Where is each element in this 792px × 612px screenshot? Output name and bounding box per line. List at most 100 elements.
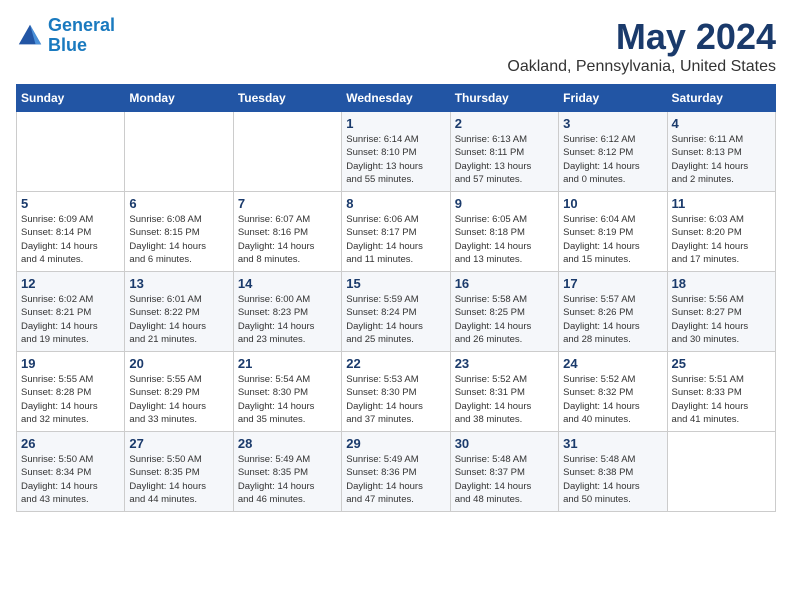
page-header: General Blue May 2024 Oakland, Pennsylva… [16, 16, 776, 76]
day-number: 22 [346, 356, 445, 371]
week-row-5: 26Sunrise: 5:50 AM Sunset: 8:34 PM Dayli… [17, 432, 776, 512]
calendar-cell: 25 Sunrise: 5:51 AM Sunset: 8:33 PM Dayli… [667, 352, 775, 432]
day-number: 31 [563, 436, 662, 451]
day-number: 9 [455, 196, 554, 211]
day-info: Sunrise: 5:58 AM Sunset: 8:25 PM Dayligh… [455, 293, 554, 346]
day-info: Sunrise: 6:06 AM Sunset: 8:17 PM Dayligh… [346, 213, 445, 266]
day-info: Sunrise: 5:52 AM Sunset: 8:32 PM Dayligh… [563, 373, 662, 426]
column-header-tuesday: Tuesday [233, 85, 341, 112]
calendar-cell: 30Sunrise: 5:48 AM Sunset: 8:37 PM Dayli… [450, 432, 558, 512]
day-number: 15 [346, 276, 445, 291]
day-number: 25 [672, 356, 771, 371]
day-info: Sunrise: 6:02 AM Sunset: 8:21 PM Dayligh… [21, 293, 120, 346]
calendar-cell: 17 Sunrise: 5:57 AM Sunset: 8:26 PM Dayli… [559, 272, 667, 352]
location: Oakland, Pennsylvania, United States [507, 58, 776, 76]
day-info: Sunrise: 6:00 AM Sunset: 8:23 PM Dayligh… [238, 293, 337, 346]
day-number: 17 [563, 276, 662, 291]
day-number: 27 [129, 436, 228, 451]
calendar-cell: 6 Sunrise: 6:08 AM Sunset: 8:15 PM Daylig… [125, 192, 233, 272]
calendar-cell: 2 Sunrise: 6:13 AM Sunset: 8:11 PM Daylig… [450, 112, 558, 192]
day-number: 21 [238, 356, 337, 371]
calendar-cell: 10 Sunrise: 6:04 AM Sunset: 8:19 PM Dayli… [559, 192, 667, 272]
week-row-4: 19Sunrise: 5:55 AM Sunset: 8:28 PM Dayli… [17, 352, 776, 432]
calendar-cell: 11Sunrise: 6:03 AM Sunset: 8:20 PM Dayli… [667, 192, 775, 272]
column-header-friday: Friday [559, 85, 667, 112]
calendar-cell [667, 432, 775, 512]
calendar-cell: 18 Sunrise: 5:56 AM Sunset: 8:27 PM Dayli… [667, 272, 775, 352]
day-number: 10 [563, 196, 662, 211]
calendar-cell: 9Sunrise: 6:05 AM Sunset: 8:18 PM Daylig… [450, 192, 558, 272]
day-info: Sunrise: 6:07 AM Sunset: 8:16 PM Dayligh… [238, 213, 337, 266]
day-number: 8 [346, 196, 445, 211]
day-info: Sunrise: 5:50 AM Sunset: 8:34 PM Dayligh… [21, 453, 120, 506]
day-number: 14 [238, 276, 337, 291]
calendar-cell: 4Sunrise: 6:11 AM Sunset: 8:13 PM Daylig… [667, 112, 775, 192]
day-number: 1 [346, 116, 445, 131]
calendar-header-row: SundayMondayTuesdayWednesdayThursdayFrid… [17, 85, 776, 112]
day-info: Sunrise: 5:49 AM Sunset: 8:35 PM Dayligh… [238, 453, 337, 506]
calendar-cell: 26Sunrise: 5:50 AM Sunset: 8:34 PM Dayli… [17, 432, 125, 512]
week-row-1: 1 Sunrise: 6:14 AM Sunset: 8:10 PM Daylig… [17, 112, 776, 192]
calendar-cell: 27Sunrise: 5:50 AM Sunset: 8:35 PM Dayli… [125, 432, 233, 512]
column-header-monday: Monday [125, 85, 233, 112]
day-info: Sunrise: 5:51 AM Sunset: 8:33 PM Dayligh… [672, 373, 771, 426]
day-info: Sunrise: 6:01 AM Sunset: 8:22 PM Dayligh… [129, 293, 228, 346]
calendar-cell: 5Sunrise: 6:09 AM Sunset: 8:14 PM Daylig… [17, 192, 125, 272]
day-number: 12 [21, 276, 120, 291]
calendar-cell: 1 Sunrise: 6:14 AM Sunset: 8:10 PM Daylig… [342, 112, 450, 192]
day-info: Sunrise: 5:48 AM Sunset: 8:37 PM Dayligh… [455, 453, 554, 506]
day-number: 6 [129, 196, 228, 211]
calendar-cell: 31 Sunrise: 5:48 AM Sunset: 8:38 PM Dayli… [559, 432, 667, 512]
day-number: 5 [21, 196, 120, 211]
day-number: 23 [455, 356, 554, 371]
calendar-cell: 24 Sunrise: 5:52 AM Sunset: 8:32 PM Dayli… [559, 352, 667, 432]
day-info: Sunrise: 5:56 AM Sunset: 8:27 PM Dayligh… [672, 293, 771, 346]
calendar-cell: 15 Sunrise: 5:59 AM Sunset: 8:24 PM Dayli… [342, 272, 450, 352]
day-info: Sunrise: 6:14 AM Sunset: 8:10 PM Dayligh… [346, 133, 445, 186]
day-info: Sunrise: 6:08 AM Sunset: 8:15 PM Dayligh… [129, 213, 228, 266]
column-header-wednesday: Wednesday [342, 85, 450, 112]
day-number: 18 [672, 276, 771, 291]
day-info: Sunrise: 6:04 AM Sunset: 8:19 PM Dayligh… [563, 213, 662, 266]
calendar-body: 1 Sunrise: 6:14 AM Sunset: 8:10 PM Daylig… [17, 112, 776, 512]
day-number: 13 [129, 276, 228, 291]
week-row-2: 5Sunrise: 6:09 AM Sunset: 8:14 PM Daylig… [17, 192, 776, 272]
logo-icon [16, 22, 44, 50]
calendar-cell: 7 Sunrise: 6:07 AM Sunset: 8:16 PM Daylig… [233, 192, 341, 272]
day-info: Sunrise: 5:59 AM Sunset: 8:24 PM Dayligh… [346, 293, 445, 346]
day-number: 7 [238, 196, 337, 211]
calendar-cell [17, 112, 125, 192]
calendar-cell [233, 112, 341, 192]
calendar-cell: 20 Sunrise: 5:55 AM Sunset: 8:29 PM Dayli… [125, 352, 233, 432]
day-info: Sunrise: 5:53 AM Sunset: 8:30 PM Dayligh… [346, 373, 445, 426]
day-number: 28 [238, 436, 337, 451]
day-info: Sunrise: 6:13 AM Sunset: 8:11 PM Dayligh… [455, 133, 554, 186]
day-number: 11 [672, 196, 771, 211]
calendar-cell: 3 Sunrise: 6:12 AM Sunset: 8:12 PM Daylig… [559, 112, 667, 192]
day-info: Sunrise: 5:55 AM Sunset: 8:28 PM Dayligh… [21, 373, 120, 426]
calendar-cell: 29Sunrise: 5:49 AM Sunset: 8:36 PM Dayli… [342, 432, 450, 512]
calendar-cell: 19Sunrise: 5:55 AM Sunset: 8:28 PM Dayli… [17, 352, 125, 432]
day-number: 3 [563, 116, 662, 131]
week-row-3: 12 Sunrise: 6:02 AM Sunset: 8:21 PM Dayli… [17, 272, 776, 352]
calendar-cell: 13 Sunrise: 6:01 AM Sunset: 8:22 PM Dayli… [125, 272, 233, 352]
month-title: May 2024 [507, 16, 776, 58]
calendar-cell: 22 Sunrise: 5:53 AM Sunset: 8:30 PM Dayli… [342, 352, 450, 432]
day-number: 2 [455, 116, 554, 131]
day-info: Sunrise: 5:55 AM Sunset: 8:29 PM Dayligh… [129, 373, 228, 426]
day-info: Sunrise: 5:57 AM Sunset: 8:26 PM Dayligh… [563, 293, 662, 346]
logo: General Blue [16, 16, 115, 56]
day-info: Sunrise: 5:52 AM Sunset: 8:31 PM Dayligh… [455, 373, 554, 426]
column-header-saturday: Saturday [667, 85, 775, 112]
day-number: 20 [129, 356, 228, 371]
calendar-cell [125, 112, 233, 192]
column-header-sunday: Sunday [17, 85, 125, 112]
day-number: 24 [563, 356, 662, 371]
day-info: Sunrise: 5:48 AM Sunset: 8:38 PM Dayligh… [563, 453, 662, 506]
calendar-cell: 12 Sunrise: 6:02 AM Sunset: 8:21 PM Dayli… [17, 272, 125, 352]
calendar-cell: 23 Sunrise: 5:52 AM Sunset: 8:31 PM Dayli… [450, 352, 558, 432]
calendar-cell: 28 Sunrise: 5:49 AM Sunset: 8:35 PM Dayli… [233, 432, 341, 512]
day-info: Sunrise: 5:54 AM Sunset: 8:30 PM Dayligh… [238, 373, 337, 426]
day-info: Sunrise: 6:12 AM Sunset: 8:12 PM Dayligh… [563, 133, 662, 186]
column-header-thursday: Thursday [450, 85, 558, 112]
